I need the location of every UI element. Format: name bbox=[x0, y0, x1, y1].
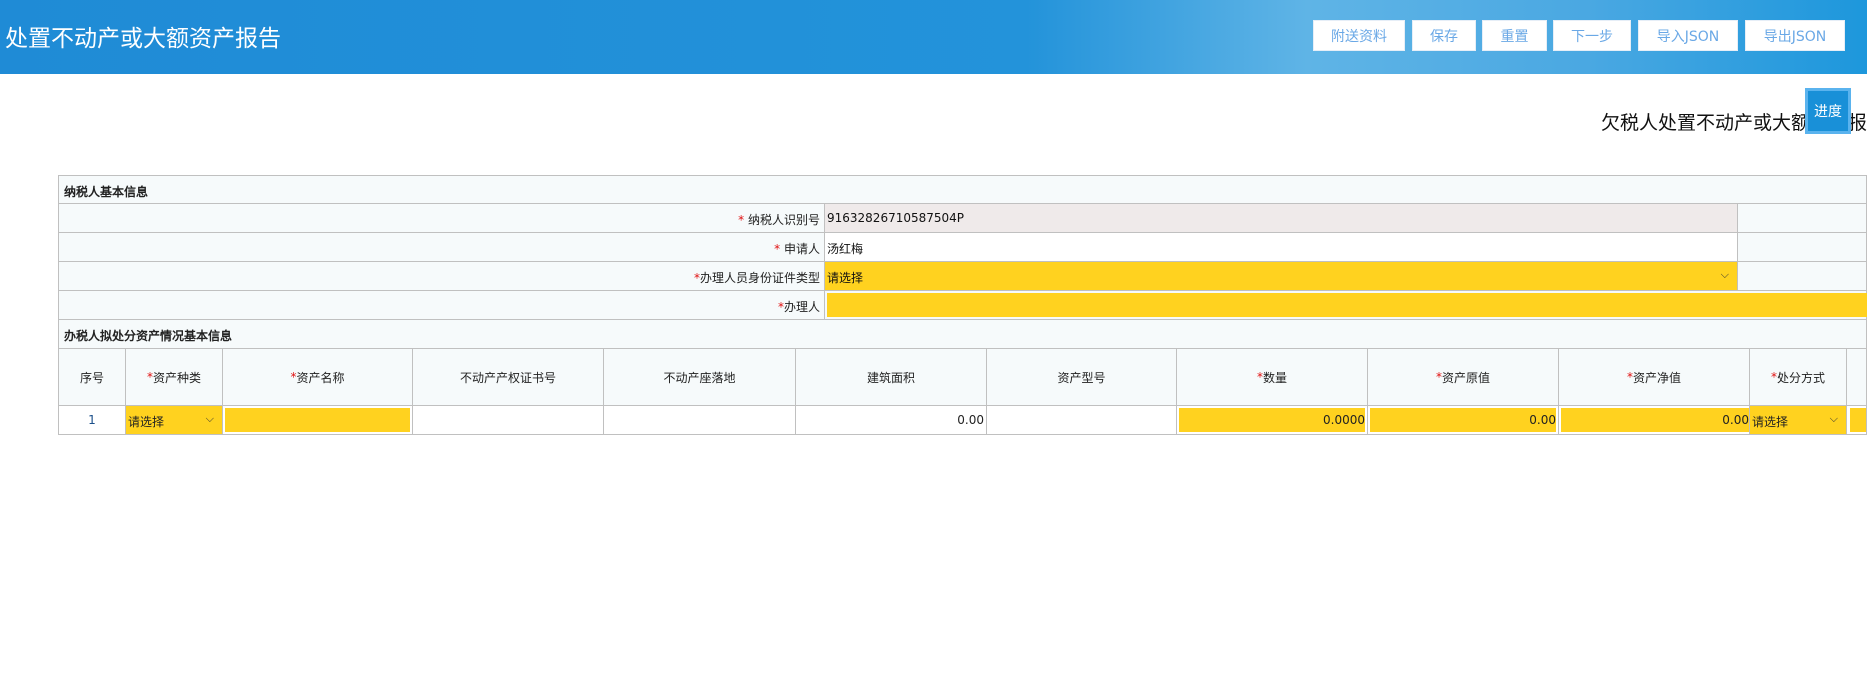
table-row: 1 请选择 ⌵ 0.00 0.0000 0.00 0.00 请选择 ⌵ bbox=[58, 406, 1867, 435]
section-header-taxpayer: 纳税人基本信息 bbox=[58, 175, 1867, 204]
app-header: 处置不动产或大额资产报告 附送资料 保存 重置 下一步 导入JSON 导出JSO… bbox=[0, 0, 1867, 74]
col-original-value: * 资产原值 bbox=[1368, 349, 1559, 405]
cert-no-input[interactable] bbox=[413, 406, 604, 434]
quantity-input[interactable]: 0.0000 bbox=[1179, 408, 1365, 432]
next-step-button[interactable]: 下一步 bbox=[1553, 20, 1631, 51]
chevron-down-icon: ⌵ bbox=[1829, 412, 1838, 425]
required-mark: * bbox=[738, 213, 748, 227]
attach-documents-button[interactable]: 附送资料 bbox=[1313, 20, 1405, 51]
reset-button[interactable]: 重置 bbox=[1482, 20, 1547, 51]
disposal-select[interactable]: 请选择 ⌵ bbox=[1750, 406, 1847, 434]
handler-input[interactable] bbox=[827, 293, 1867, 317]
field-label: 纳税人识别号 bbox=[747, 213, 820, 227]
net-value-input[interactable]: 0.00 bbox=[1561, 408, 1749, 432]
location-input[interactable] bbox=[604, 406, 796, 434]
asset-table-header: 序号 * 资产种类 * 资产名称 不动产产权证书号 不动产座落地 建筑面积 资产… bbox=[58, 349, 1867, 406]
row-index: 1 bbox=[59, 406, 126, 434]
original-value-input[interactable]: 0.00 bbox=[1370, 408, 1556, 432]
required-mark: * bbox=[774, 242, 784, 256]
save-button[interactable]: 保存 bbox=[1412, 20, 1476, 51]
model-input[interactable] bbox=[987, 406, 1177, 434]
select-value: 请选择 bbox=[1752, 415, 1789, 429]
asset-name-input[interactable] bbox=[225, 408, 410, 432]
col-asset-type: * 资产种类 bbox=[126, 349, 223, 405]
field-label: 申请人 bbox=[783, 242, 820, 256]
field-label: 办理人员身份证件类型 bbox=[699, 271, 820, 285]
field-row-id-type: *办理人员身份证件类型 请选择 ⌵ bbox=[58, 262, 1867, 291]
col-net-value: * 资产净值 bbox=[1559, 349, 1750, 405]
field-row-applicant: * 申请人 汤红梅 bbox=[58, 233, 1867, 262]
field-row-taxpayer-id: * 纳税人识别号 91632826710587504P bbox=[58, 204, 1867, 233]
col-cert-no: 不动产产权证书号 bbox=[413, 349, 604, 405]
col-disposal: * 处分方式 bbox=[1750, 349, 1847, 405]
col-area: 建筑面积 bbox=[796, 349, 987, 405]
field-label: 办理人 bbox=[783, 300, 820, 314]
extra-input[interactable] bbox=[1850, 408, 1866, 432]
select-value: 请选择 bbox=[827, 271, 864, 285]
select-value: 请选择 bbox=[128, 415, 165, 429]
export-json-button[interactable]: 导出JSON bbox=[1745, 20, 1845, 51]
id-type-select[interactable]: 请选择 ⌵ bbox=[825, 262, 1738, 290]
import-json-button[interactable]: 导入JSON bbox=[1638, 20, 1738, 51]
section-header-assets: 办税人拟处分资产情况基本信息 bbox=[58, 320, 1867, 349]
col-location: 不动产座落地 bbox=[604, 349, 796, 405]
progress-button[interactable]: 进度 bbox=[1805, 88, 1851, 134]
area-input[interactable]: 0.00 bbox=[796, 406, 987, 434]
page-title: 处置不动产或大额资产报告 bbox=[5, 26, 281, 52]
taxpayer-id-field[interactable]: 91632826710587504P bbox=[825, 204, 1738, 232]
col-index: 序号 bbox=[59, 349, 126, 405]
applicant-field[interactable]: 汤红梅 bbox=[825, 233, 1738, 261]
chevron-down-icon: ⌵ bbox=[1720, 268, 1729, 281]
field-row-handler: *办理人 bbox=[58, 291, 1867, 320]
col-model: 资产型号 bbox=[987, 349, 1177, 405]
chevron-down-icon: ⌵ bbox=[205, 412, 214, 425]
col-asset-name: * 资产名称 bbox=[223, 349, 413, 405]
asset-type-select[interactable]: 请选择 ⌵ bbox=[126, 406, 223, 434]
col-quantity: * 数量 bbox=[1177, 349, 1368, 405]
